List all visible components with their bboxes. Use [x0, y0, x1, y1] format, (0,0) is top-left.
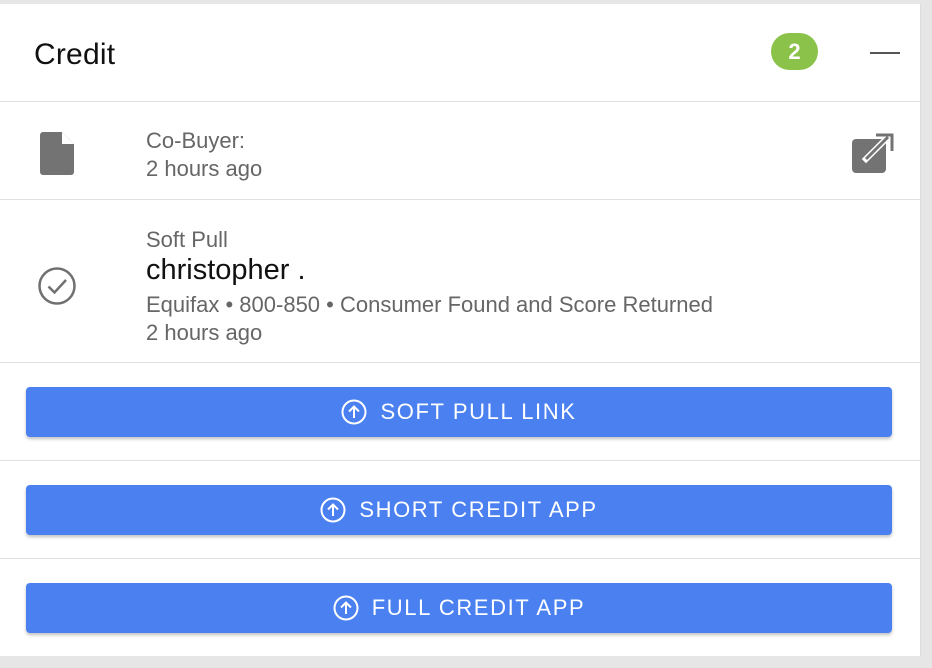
full-credit-app-row: FULL CREDIT APP [0, 559, 920, 656]
check-circle-icon [38, 267, 76, 305]
credit-panel: Credit 2 Co-Buyer: 2 hours ago Soft Pull… [0, 4, 921, 656]
upload-circle-icon [320, 497, 346, 523]
document-row[interactable]: Co-Buyer: 2 hours ago [0, 101, 920, 200]
full-credit-app-label: FULL CREDIT APP [371, 595, 586, 620]
open-external-icon[interactable] [852, 133, 894, 173]
credit-panel-header: Credit 2 [0, 4, 920, 102]
soft-pull-link-button[interactable]: SOFT PULL LINK [26, 387, 892, 437]
pull-time: 2 hours ago [146, 320, 263, 345]
pull-type: Soft Pull [146, 227, 228, 252]
full-credit-app-button[interactable]: FULL CREDIT APP [26, 583, 892, 633]
upload-circle-icon [333, 595, 359, 621]
upload-circle-icon [341, 399, 367, 425]
collapse-button[interactable] [866, 38, 902, 68]
document-icon [40, 132, 74, 175]
document-time: 2 hours ago [146, 156, 263, 181]
count-badge: 2 [771, 33, 818, 70]
document-label: Co-Buyer: [146, 128, 246, 153]
short-credit-app-label: SHORT CREDIT APP [359, 497, 598, 522]
short-credit-app-row: SHORT CREDIT APP [0, 461, 920, 559]
credit-pull-row: Soft Pull christopher . Equifax • 800-85… [0, 200, 920, 363]
short-credit-app-button[interactable]: SHORT CREDIT APP [26, 485, 892, 535]
minus-icon [870, 52, 900, 54]
soft-pull-link-label: SOFT PULL LINK [380, 399, 577, 424]
panel-title: Credit [34, 38, 116, 71]
consumer-name: christopher . [146, 254, 306, 286]
pull-details: Equifax • 800-850 • Consumer Found and S… [146, 292, 713, 317]
soft-pull-link-row: SOFT PULL LINK [0, 363, 920, 461]
